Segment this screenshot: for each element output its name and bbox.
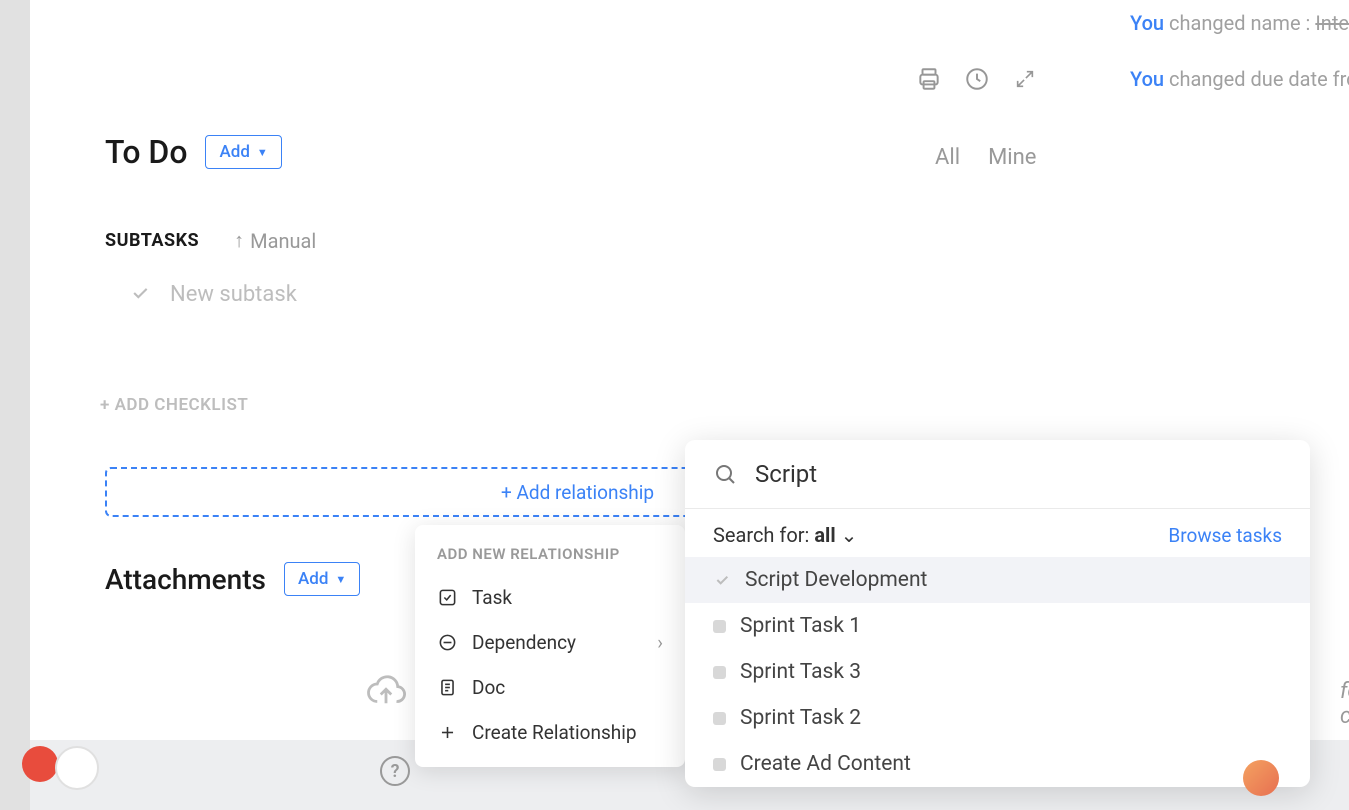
result-label: Create Ad Content [740,752,911,776]
task-icon [437,588,457,608]
attachments-title: Attachments [105,563,266,596]
add-relationship-label: + Add relationship [501,481,654,504]
status-square-icon [713,758,726,771]
chevron-down-icon: ▼ [257,146,268,159]
filter-all[interactable]: All [935,145,960,170]
avatar[interactable] [1243,760,1279,796]
search-result-item[interactable]: Sprint Task 1 [685,603,1310,649]
avatar[interactable] [55,746,99,790]
chevron-down-icon: ⌄ [836,523,858,547]
doc-icon [437,678,457,698]
search-icon [713,462,737,486]
browse-tasks-link[interactable]: Browse tasks [1168,524,1282,547]
filter-mine[interactable]: Mine [988,145,1036,170]
search-result-item[interactable]: Create Ad Content [685,741,1310,787]
status-title[interactable]: To Do [105,133,187,171]
check-icon [713,571,731,589]
status-square-icon [713,620,726,633]
chevron-right-icon: › [657,631,663,654]
attachments-header: Attachments Add ▼ [105,562,360,596]
activity-actor: You [1130,67,1164,91]
menu-item-dependency[interactable]: Dependency › [415,620,685,665]
status-header: To Do Add ▼ [105,133,282,171]
add-button-label: Add [219,142,249,162]
menu-item-label: Task [472,586,512,609]
truncated-text: for c [1340,679,1349,729]
search-input[interactable] [755,460,1282,488]
check-icon [130,283,150,307]
activity-text: changed due date fro [1164,67,1349,91]
relationship-menu: ADD NEW RELATIONSHIP Task Dependency › D… [415,525,685,767]
result-label: Sprint Task 1 [740,614,861,638]
print-icon[interactable] [915,65,943,93]
activity-extra: Inter [1315,11,1349,35]
menu-header: ADD NEW RELATIONSHIP [415,545,685,575]
subtasks-header: SUBTASKS ↑ Manual [105,228,316,253]
notification-badge[interactable] [22,746,58,782]
menu-item-label: Doc [472,676,505,699]
search-filter-value: all [814,523,835,547]
search-row [685,440,1310,509]
search-result-item[interactable]: Sprint Task 3 [685,649,1310,695]
status-square-icon [713,712,726,725]
menu-item-label: Create Relationship [472,721,637,744]
activity-text: changed name : [1164,11,1315,35]
help-icon[interactable]: ? [380,756,410,786]
chevron-down-icon: ▼ [335,573,346,586]
cloud-upload-icon [365,670,407,712]
sidebar-backdrop [0,0,30,810]
search-result-item[interactable]: Script Development [685,557,1310,603]
arrow-up-icon: ↑ [234,228,244,253]
activity-item: You changed name : Inter [1130,0,1349,51]
result-label: Script Development [745,568,927,592]
add-checklist-button[interactable]: + ADD CHECKLIST [100,395,248,415]
activity-log: You changed name : Inter You changed due… [1130,0,1349,107]
add-attachment-label: Add [298,569,328,589]
menu-item-create-relationship[interactable]: Create Relationship [415,710,685,755]
activity-item: You changed due date fro [1130,51,1349,107]
add-button[interactable]: Add ▼ [205,135,281,169]
expand-icon[interactable] [1011,65,1039,93]
menu-item-task[interactable]: Task [415,575,685,620]
dependency-icon [437,633,457,653]
add-attachment-button[interactable]: Add ▼ [284,562,360,596]
sort-toggle[interactable]: ↑ Manual [234,228,316,253]
plus-icon [437,723,457,743]
search-filter-label: Search for: [713,523,814,547]
search-filter-row: Search for: all ⌄ Browse tasks [685,509,1310,557]
sort-label: Manual [250,229,316,253]
search-filter[interactable]: Search for: all ⌄ [713,523,857,547]
menu-item-doc[interactable]: Doc [415,665,685,710]
new-subtask-row[interactable]: New subtask [130,282,297,307]
menu-item-label: Dependency [472,631,576,654]
history-icon[interactable] [963,65,991,93]
new-subtask-placeholder: New subtask [170,282,297,307]
search-result-item[interactable]: Sprint Task 2 [685,695,1310,741]
status-square-icon [713,666,726,679]
activity-actor: You [1130,11,1164,35]
result-label: Sprint Task 2 [740,706,861,730]
result-label: Sprint Task 3 [740,660,861,684]
top-actions [915,65,1039,93]
subtasks-label: SUBTASKS [105,230,199,251]
search-panel: Search for: all ⌄ Browse tasks Script De… [685,440,1310,787]
activity-filters: All Mine [935,145,1036,170]
